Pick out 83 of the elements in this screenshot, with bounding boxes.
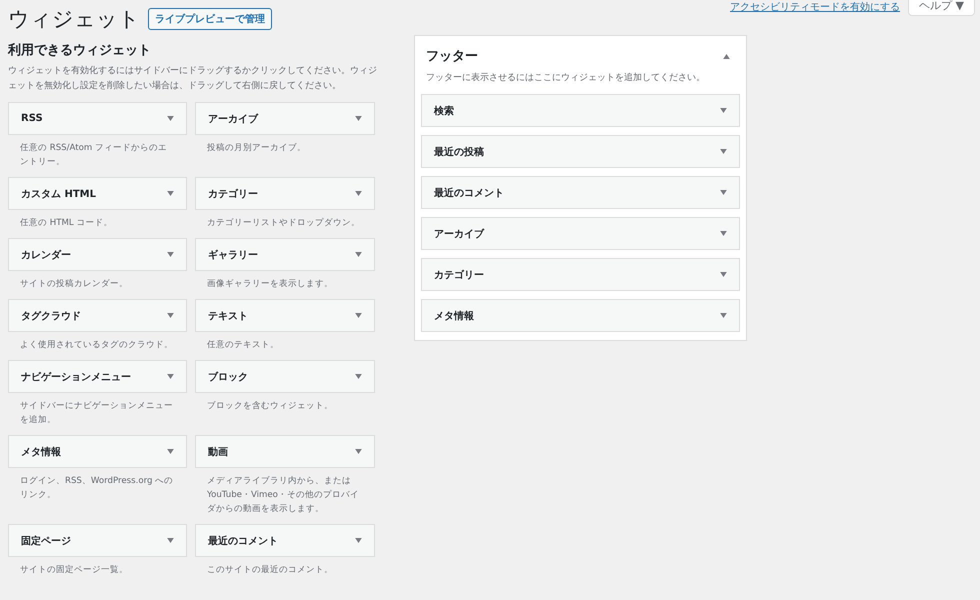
widget-title: 動画 xyxy=(208,446,228,458)
widget-title: カレンダー xyxy=(21,248,71,262)
widget-card[interactable]: 動画 xyxy=(195,435,375,468)
widget-description: サイトの投稿カレンダー。 xyxy=(19,278,129,291)
widget-description: このサイトの最近のコメント。 xyxy=(206,564,334,577)
widget-description: カテゴリーリストやドロップダウン。 xyxy=(206,216,361,230)
widget-card[interactable]: アーカイブ xyxy=(421,217,740,250)
widget-title: アーカイブ xyxy=(434,228,484,240)
expand-arrow-icon[interactable] xyxy=(167,252,174,257)
expand-arrow-icon[interactable] xyxy=(355,374,362,379)
sidebar-title: フッター xyxy=(426,48,478,65)
expand-arrow-icon[interactable] xyxy=(167,538,174,543)
section-heading: 利用できるウィジェット xyxy=(8,42,152,59)
widget-card[interactable]: メタ情報 xyxy=(8,435,187,468)
expand-arrow-icon[interactable] xyxy=(720,108,727,113)
widget-title: RSS xyxy=(21,113,43,124)
expand-arrow-icon[interactable] xyxy=(720,231,727,236)
expand-arrow-icon[interactable] xyxy=(167,374,174,379)
expand-arrow-icon[interactable] xyxy=(167,313,174,318)
widget-title: アーカイブ xyxy=(208,112,258,126)
widget-description: よく使用されているタグのクラウド。 xyxy=(19,339,174,352)
widget-card[interactable]: メタ情報 xyxy=(421,299,740,332)
widget-title: テキスト xyxy=(208,310,248,322)
expand-arrow-icon[interactable] xyxy=(355,538,362,543)
widget-card[interactable]: RSS xyxy=(8,102,187,135)
widget-card[interactable]: カテゴリー xyxy=(421,258,740,291)
expand-arrow-icon[interactable] xyxy=(167,191,174,196)
expand-arrow-icon[interactable] xyxy=(355,191,362,196)
widget-card[interactable]: ギャラリー xyxy=(195,238,375,271)
widget-description: 任意の RSS/Atom フィードからのエントリー。 xyxy=(19,142,168,169)
sidebar-description: フッターに表示させるにはここにウィジェットを追加してください。 xyxy=(425,72,706,85)
widget-description: 画像ギャラリーを表示します。 xyxy=(206,278,334,291)
widget-card[interactable]: 最近のコメント xyxy=(421,176,740,209)
expand-arrow-icon[interactable] xyxy=(355,313,362,318)
widget-description: サイドバーにナビゲーションメニューを追加。 xyxy=(19,400,174,427)
widget-description: 投稿の月別アーカイブ。 xyxy=(206,142,307,155)
accessibility-mode-link[interactable]: アクセシビリティモードを有効にする xyxy=(730,0,900,14)
widget-description: ログイン、RSS、WordPress.org へのリンク。 xyxy=(19,475,174,502)
widget-card[interactable]: 最近の投稿 xyxy=(421,135,740,168)
expand-arrow-icon[interactable] xyxy=(355,116,362,121)
widget-card[interactable]: カレンダー xyxy=(8,238,187,271)
expand-arrow-icon[interactable] xyxy=(720,149,727,154)
expand-arrow-icon[interactable] xyxy=(355,449,362,454)
widget-title: メタ情報 xyxy=(21,446,61,458)
collapse-arrow-icon[interactable] xyxy=(723,54,730,58)
widget-title: 検索 xyxy=(434,104,454,118)
widget-description: 任意のテキスト。 xyxy=(206,339,280,352)
widget-card[interactable]: ナビゲーションメニュー xyxy=(8,360,187,393)
instructions-text: ウィジェットを有効化するにはサイドバーにドラッグするかクリックしてください。ウィジェットを無効化し設定を削除したい場合は、ドラッグして右側に戻してください。 xyxy=(8,64,378,93)
expand-arrow-icon[interactable] xyxy=(720,272,727,277)
widget-title: 最近のコメント xyxy=(434,186,504,200)
widget-description: 任意の HTML コード。 xyxy=(19,217,114,230)
widget-title: カテゴリー xyxy=(434,268,484,282)
widget-title: 最近のコメント xyxy=(208,534,278,548)
widget-card[interactable]: タグクラウド xyxy=(8,299,187,332)
page-title: ウィジェット xyxy=(8,6,140,33)
widget-title: 最近の投稿 xyxy=(434,146,484,158)
widget-card[interactable]: ブロック xyxy=(195,360,375,393)
widget-title: カテゴリー xyxy=(208,188,258,200)
widget-card[interactable]: カスタム HTML xyxy=(8,177,187,210)
widget-title: メタ情報 xyxy=(434,310,474,322)
widget-card[interactable]: アーカイブ xyxy=(195,102,375,135)
help-button[interactable]: ヘルプ ▼ xyxy=(908,0,975,16)
widget-card[interactable]: 最近のコメント xyxy=(195,524,375,557)
widget-description: メディアライブラリ内から、または YouTube・Vimeo・その他のプロバイダからの動画を表示します。 xyxy=(206,475,360,516)
widget-description: サイトの固定ページ一覧。 xyxy=(19,564,129,577)
widget-description: ブロックを含むウィジェット。 xyxy=(206,400,334,413)
widget-card[interactable]: カテゴリー xyxy=(195,177,375,210)
widget-title: ブロック xyxy=(208,370,248,384)
widget-card[interactable]: 固定ページ xyxy=(8,524,187,557)
expand-arrow-icon[interactable] xyxy=(355,252,362,257)
expand-arrow-icon[interactable] xyxy=(167,116,174,121)
widget-title: 固定ページ xyxy=(21,534,71,548)
live-preview-button[interactable]: ライブプレビューで管理 xyxy=(148,8,272,30)
widget-title: カスタム HTML xyxy=(21,188,96,200)
widget-title: ギャラリー xyxy=(208,248,258,262)
expand-arrow-icon[interactable] xyxy=(720,190,727,195)
widget-card[interactable]: テキスト xyxy=(195,299,375,332)
widget-title: タグクラウド xyxy=(21,310,81,322)
expand-arrow-icon[interactable] xyxy=(720,313,727,318)
expand-arrow-icon[interactable] xyxy=(167,449,174,454)
widget-title: ナビゲーションメニュー xyxy=(21,370,131,384)
widget-card[interactable]: 検索 xyxy=(421,94,740,127)
